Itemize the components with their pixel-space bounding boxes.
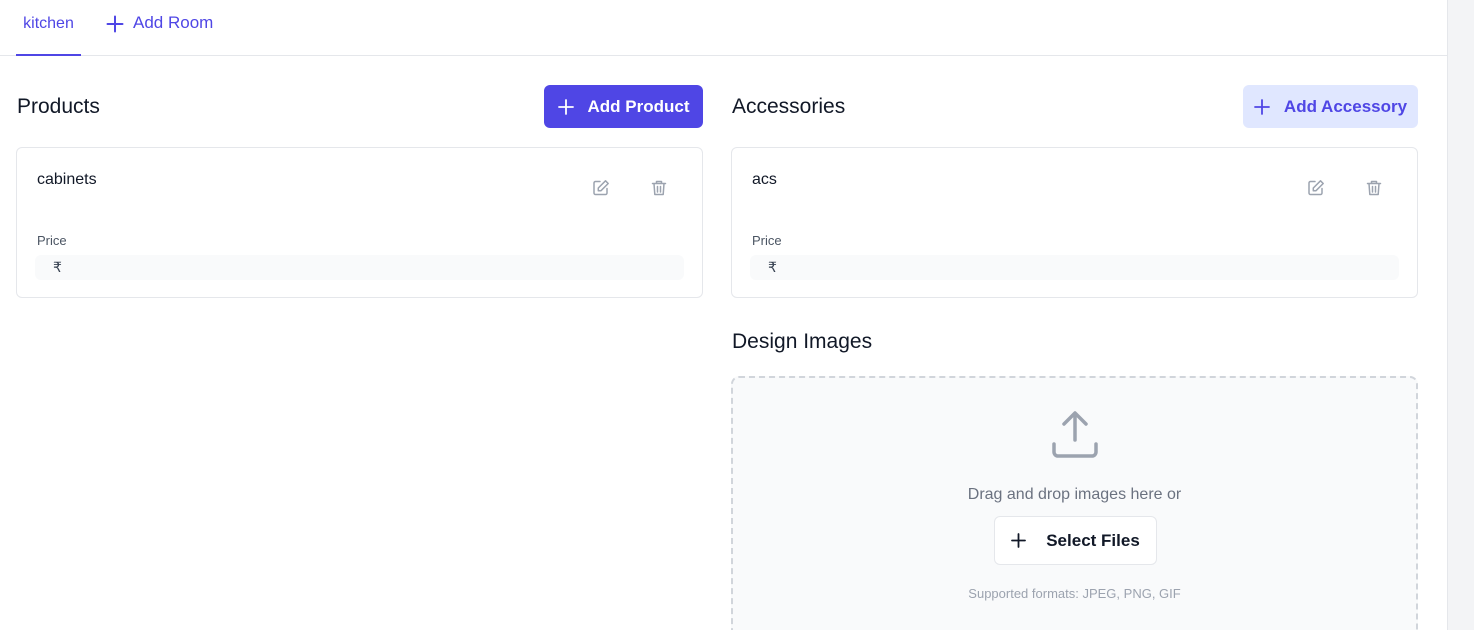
add-accessory-button[interactable]: Add Accessory: [1243, 85, 1418, 128]
price-label: Price: [37, 233, 67, 248]
add-product-button[interactable]: Add Product: [544, 85, 703, 128]
accessory-price-field[interactable]: ₹: [750, 255, 1399, 280]
edit-icon: [1308, 180, 1324, 196]
delete-product-button[interactable]: [649, 178, 669, 198]
accessory-price-input[interactable]: [782, 255, 1399, 280]
plus-icon: [557, 98, 574, 115]
trash-icon: [1366, 180, 1382, 196]
products-title: Products: [17, 95, 100, 118]
trash-icon: [651, 180, 667, 196]
plus-icon: [1011, 533, 1027, 548]
add-product-label: Add Product: [587, 96, 690, 116]
add-room-label: Add Room: [133, 13, 214, 32]
product-price-input[interactable]: [67, 255, 684, 280]
add-accessory-label: Add Accessory: [1283, 96, 1408, 116]
room-tabs: kitchen Add Room: [0, 0, 1447, 56]
edit-icon: [593, 180, 609, 196]
product-name: cabinets: [37, 171, 97, 188]
design-images-title: Design Images: [732, 330, 873, 353]
delete-accessory-button[interactable]: [1364, 178, 1384, 198]
accessories-title: Accessories: [732, 95, 846, 118]
drop-instructions: Drag and drop images here or: [967, 486, 1182, 503]
select-files-button[interactable]: Select Files: [994, 516, 1157, 565]
product-card: cabinets Price ₹: [16, 147, 703, 298]
scrollbar-track[interactable]: [1447, 0, 1474, 630]
tab-label: kitchen: [23, 15, 74, 32]
select-files-label: Select Files: [1046, 530, 1140, 550]
edit-accessory-button[interactable]: [1306, 178, 1326, 198]
currency-symbol: ₹: [768, 259, 777, 275]
currency-symbol: ₹: [53, 259, 62, 275]
accessory-card: acs Price ₹: [731, 147, 1418, 298]
product-actions: [591, 178, 669, 198]
plus-icon: [1254, 98, 1270, 115]
room-editor: kitchen Add Room Products Add Product ca…: [0, 0, 1447, 630]
supported-formats: Supported formats: JPEG, PNG, GIF: [968, 586, 1181, 601]
price-label: Price: [752, 233, 782, 248]
upload-icon: [1052, 411, 1098, 458]
edit-product-button[interactable]: [591, 178, 611, 198]
accessory-name: acs: [752, 171, 777, 188]
add-room-button[interactable]: Add Room: [106, 0, 213, 56]
accessory-actions: [1306, 178, 1384, 198]
tab-kitchen[interactable]: kitchen: [16, 0, 81, 56]
image-dropzone[interactable]: Drag and drop images here or Select File…: [731, 376, 1418, 630]
plus-icon: [106, 15, 124, 33]
product-price-field[interactable]: ₹: [35, 255, 684, 280]
